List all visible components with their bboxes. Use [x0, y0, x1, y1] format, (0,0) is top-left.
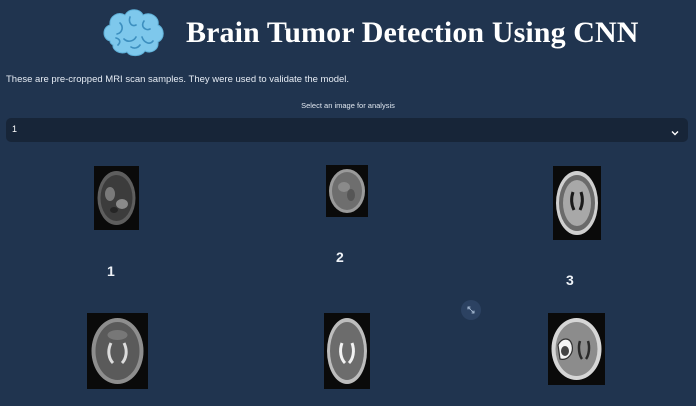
intro-text: These are pre-cropped MRI scan samples. …: [6, 74, 350, 85]
image-select[interactable]: 1: [6, 118, 688, 142]
expand-button[interactable]: [461, 300, 481, 320]
page-title: Brain Tumor Detection Using CNN: [186, 16, 639, 49]
image-caption-1: 1: [107, 263, 115, 279]
mri-image-6[interactable]: [548, 313, 605, 385]
expand-icon: [467, 306, 475, 314]
mri-image-2[interactable]: [326, 165, 368, 217]
mri-image-3[interactable]: [553, 166, 601, 240]
image-caption-3: 3: [566, 272, 574, 288]
image-caption-2: 2: [336, 249, 344, 265]
chevron-down-icon[interactable]: [670, 125, 680, 136]
mri-image-5[interactable]: [324, 313, 370, 389]
mri-image-1[interactable]: [94, 166, 139, 230]
select-value: 1: [12, 124, 18, 134]
mri-image-4[interactable]: [87, 313, 148, 389]
header: Brain Tumor Detection Using CNN: [0, 0, 696, 70]
brain-icon: [100, 7, 166, 59]
select-label: Select an image for analysis: [301, 101, 395, 110]
